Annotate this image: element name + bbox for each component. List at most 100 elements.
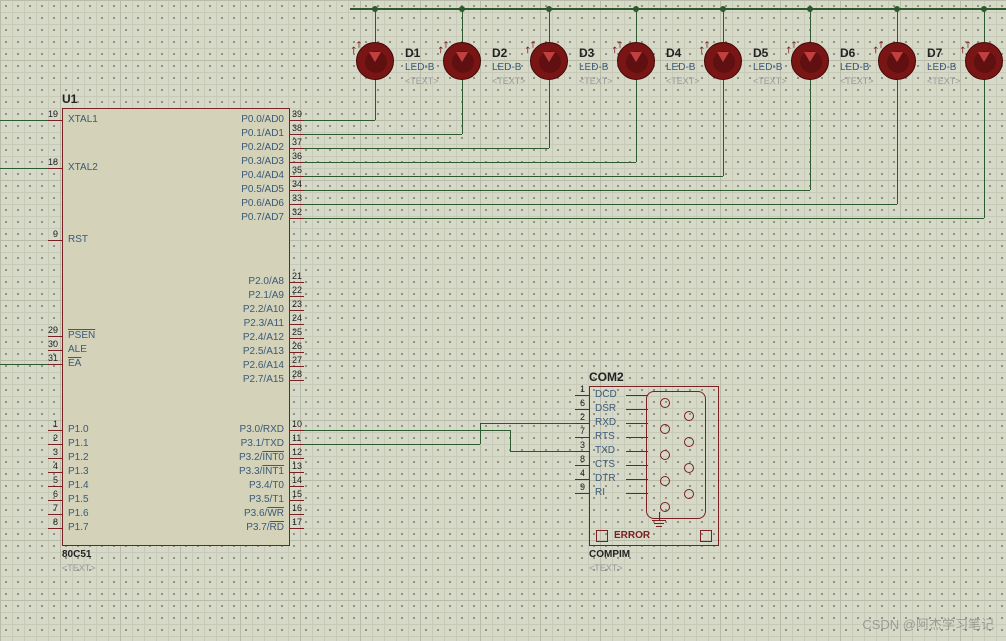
led-part: LED-B	[840, 62, 869, 73]
led-symbol-icon	[369, 52, 381, 62]
com-pin-number: 7	[571, 426, 585, 436]
wire-txd-b	[480, 423, 481, 444]
led-part: LED-B	[666, 62, 695, 73]
pin-stub	[290, 514, 304, 515]
com-pin-number: 1	[571, 384, 585, 394]
pin-stub	[290, 296, 304, 297]
pin-number: 15	[292, 489, 302, 499]
pin-label: P1.5	[68, 494, 89, 505]
pin-label: P3.6/WR	[244, 508, 284, 519]
pin-number: 23	[292, 299, 302, 309]
pin-number: 1	[44, 419, 58, 429]
pin-number: 24	[292, 313, 302, 323]
com-pin-stub	[575, 479, 589, 480]
pin-stub	[48, 500, 62, 501]
com-pin-stub	[575, 493, 589, 494]
led-symbol-icon	[717, 52, 729, 62]
pin-stub	[290, 282, 304, 283]
led-part: LED-B	[927, 62, 956, 73]
pin-number: 5	[44, 475, 58, 485]
pin-number: 39	[292, 109, 302, 119]
wire-rxd-c	[510, 451, 575, 452]
pin-stub	[290, 528, 304, 529]
pin-label: P0.7/AD7	[241, 212, 284, 223]
error-box-right	[700, 530, 712, 542]
pin-number: 3	[44, 447, 58, 457]
pin-number: 17	[292, 517, 302, 527]
led-text-placeholder: <TEXT>	[666, 76, 700, 86]
pin-number: 30	[44, 339, 58, 349]
pin-label: P3.5/T1	[249, 494, 284, 505]
db9-pin-hole	[684, 437, 694, 447]
com-pin-number: 3	[571, 440, 585, 450]
pin-label: P1.7	[68, 522, 89, 533]
led-text-placeholder: <TEXT>	[405, 76, 439, 86]
db9-pin-hole	[660, 450, 670, 460]
pin-number: 7	[44, 503, 58, 513]
led-symbol-icon	[630, 52, 642, 62]
com-pin-label: CTS	[595, 459, 615, 470]
db9-pin-hole	[684, 489, 694, 499]
pin-stub	[290, 162, 304, 163]
pin-number: 22	[292, 285, 302, 295]
wire-led-cathode	[636, 80, 637, 162]
pin-label: RST	[68, 234, 88, 245]
com-part: COMPIM	[589, 549, 630, 560]
led-ref: D7	[927, 46, 942, 60]
pin-label: XTAL2	[68, 162, 98, 173]
pin-label: P0.2/AD2	[241, 142, 284, 153]
pin-label: P3.7/RD	[246, 522, 284, 533]
db9-internal-wire	[626, 395, 648, 396]
pin-number: 35	[292, 165, 302, 175]
pin-stub	[48, 364, 62, 365]
pin-stub	[48, 472, 62, 473]
pin-number: 36	[292, 151, 302, 161]
pin-label: PSEN	[68, 330, 95, 341]
wire-led-anode	[723, 9, 724, 42]
pin-number: 19	[44, 109, 58, 119]
wire-xtal1-in	[0, 120, 48, 121]
chip-text-placeholder: <TEXT>	[62, 563, 96, 573]
error-label: ERROR	[614, 530, 650, 541]
pin-stub	[48, 514, 62, 515]
pin-stub	[290, 324, 304, 325]
pin-label: P0.3/AD3	[241, 156, 284, 167]
wire-led-cathode	[462, 80, 463, 134]
wire-led-cathode	[810, 80, 811, 190]
pin-stub	[290, 218, 304, 219]
wire-p0	[304, 120, 375, 121]
pin-number: 37	[292, 137, 302, 147]
db9-pin-hole	[660, 476, 670, 486]
led-symbol-icon	[543, 52, 555, 62]
pin-label: P0.5/AD5	[241, 184, 284, 195]
com-pin-stub	[575, 465, 589, 466]
com-pin-number: 4	[571, 468, 585, 478]
wire-txd-a	[304, 444, 480, 445]
pin-stub	[48, 458, 62, 459]
db9-internal-wire	[626, 423, 648, 424]
pin-label: P3.0/RXD	[240, 424, 284, 435]
com-pin-number: 9	[571, 482, 585, 492]
pin-stub	[290, 380, 304, 381]
pin-label: P0.6/AD6	[241, 198, 284, 209]
pin-label: XTAL1	[68, 114, 98, 125]
com-pin-label: DSR	[595, 403, 616, 414]
pin-label: EA	[68, 358, 81, 369]
pin-stub	[48, 486, 62, 487]
pin-stub	[290, 430, 304, 431]
db9-internal-wire	[626, 479, 648, 480]
pin-stub	[48, 350, 62, 351]
com-pin-number: 6	[571, 398, 585, 408]
pin-number: 25	[292, 327, 302, 337]
com-pin-label: DCD	[595, 389, 617, 400]
db9-pin-hole	[660, 502, 670, 512]
db9-internal-wire	[626, 437, 648, 438]
pin-label: P3.2/INT0	[239, 452, 284, 463]
led-ref: D6	[840, 46, 855, 60]
wire-p0	[304, 176, 723, 177]
pin-label: P2.6/A14	[243, 360, 284, 371]
com-pin-label: RXD	[595, 417, 616, 428]
wire-p0	[304, 162, 636, 163]
pin-label: P2.0/A8	[248, 276, 284, 287]
db9-pin-hole	[660, 398, 670, 408]
